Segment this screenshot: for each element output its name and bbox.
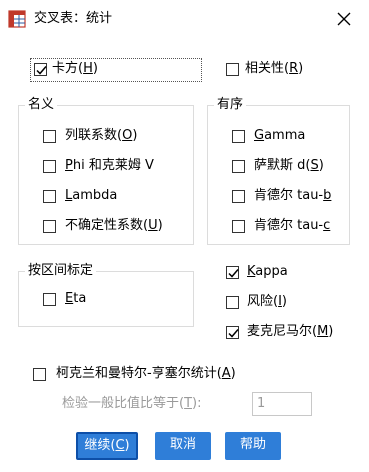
somers-d-label[interactable]: 萨默斯 d(S) — [254, 158, 324, 174]
kappa-label[interactable]: Kappa — [247, 264, 288, 280]
nominal-group-title: 名义 — [25, 97, 58, 113]
contingency-coef-checkbox[interactable] — [43, 130, 56, 143]
cmh-checkbox[interactable] — [33, 368, 46, 381]
phi-cramer-label[interactable]: Phi 和克莱姆 V — [65, 158, 154, 174]
contingency-coef-label[interactable]: 列联系数(O) — [65, 128, 137, 144]
lambda-label[interactable]: Lambda — [65, 188, 117, 204]
eta-checkbox[interactable] — [43, 293, 56, 306]
kendall-tau-b-label[interactable]: 肯德尔 tau-b — [254, 188, 331, 204]
chisq-checkbox[interactable] — [34, 63, 47, 76]
mcnemar-checkbox[interactable] — [226, 326, 239, 339]
kendall-tau-c-label[interactable]: 肯德尔 tau-c — [254, 218, 330, 234]
kappa-checkbox[interactable] — [226, 266, 239, 279]
ordinal-group-title: 有序 — [214, 97, 247, 113]
window-title: 交叉表：统计 — [34, 11, 113, 26]
cancel-button[interactable]: 取消 — [155, 432, 211, 460]
risk-label[interactable]: 风险(I) — [247, 294, 287, 310]
eta-label[interactable]: Eta — [65, 291, 86, 307]
uncertainty-coef-label[interactable]: 不确定性系数(U) — [65, 218, 163, 234]
title-bar: 交叉表：统计 — [0, 0, 369, 38]
chisq-label[interactable]: 卡方(H) — [52, 61, 98, 77]
correlations-label[interactable]: 相关性(R) — [245, 61, 303, 77]
gamma-label[interactable]: Gamma — [254, 128, 305, 144]
risk-checkbox[interactable] — [226, 296, 239, 309]
uncertainty-coef-checkbox[interactable] — [43, 220, 56, 233]
somers-d-checkbox[interactable] — [232, 160, 245, 173]
mcnemar-label[interactable]: 麦克尼马尔(M) — [247, 324, 333, 340]
phi-cramer-checkbox[interactable] — [43, 160, 56, 173]
common-odds-ratio-input[interactable]: 1 — [252, 392, 312, 416]
cmh-label[interactable]: 柯克兰和曼特尔-亨塞尔统计(A) — [56, 366, 236, 382]
kendall-tau-c-checkbox[interactable] — [232, 220, 245, 233]
kendall-tau-b-checkbox[interactable] — [232, 190, 245, 203]
gamma-checkbox[interactable] — [232, 130, 245, 143]
common-odds-ratio-label: 检验一般比值比等于(T): — [62, 396, 202, 411]
continue-button[interactable]: 继续(C) — [76, 432, 138, 460]
close-icon[interactable] — [333, 8, 355, 30]
crosstabs-app-icon — [8, 10, 26, 28]
help-button[interactable]: 帮助 — [225, 432, 281, 460]
nominal-by-interval-group-title: 按区间标定 — [25, 263, 97, 279]
correlations-checkbox[interactable] — [226, 63, 239, 76]
lambda-checkbox[interactable] — [43, 190, 56, 203]
